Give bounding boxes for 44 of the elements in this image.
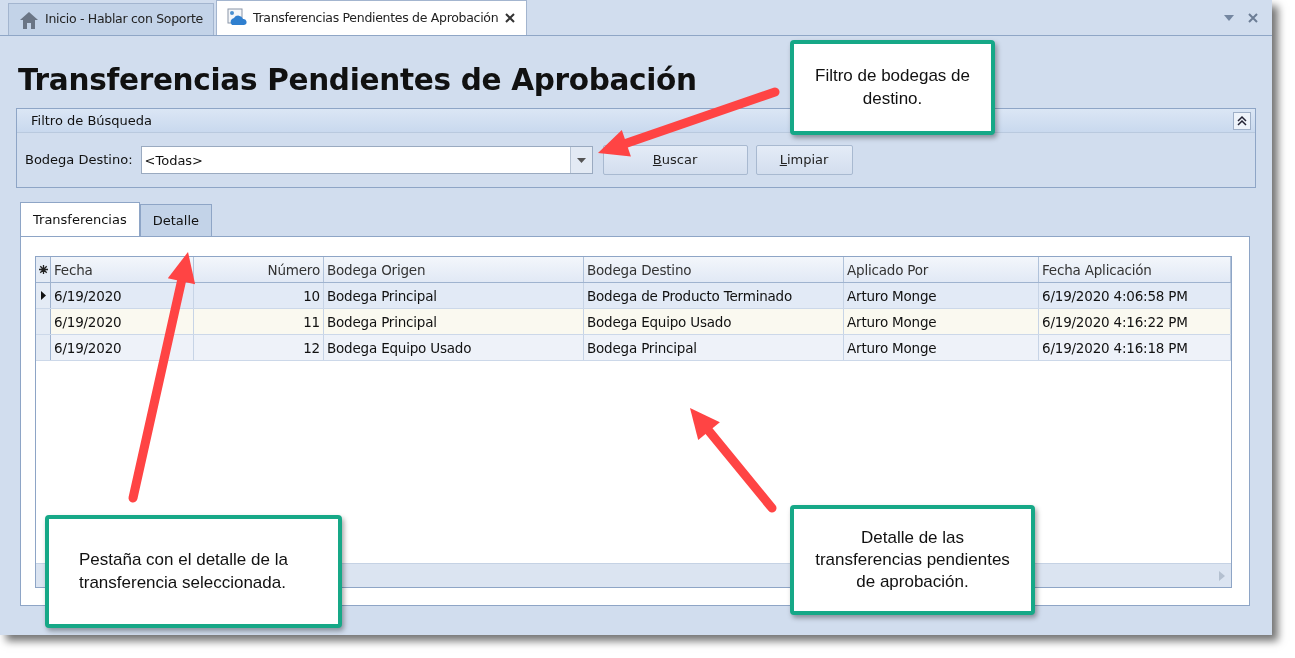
- home-icon: [19, 10, 39, 29]
- collapse-icon[interactable]: [1233, 111, 1251, 130]
- table-cell: Arturo Monge: [844, 283, 1039, 308]
- callout: Filtro de bodegas de destino.: [790, 40, 995, 135]
- table-cell: 6/19/2020: [51, 335, 194, 360]
- caret-icon[interactable]: [576, 157, 586, 163]
- table-cell: Bodega Equipo Usado: [584, 309, 844, 334]
- callout: Detalle de las transferencias pendientes de aprobación.: [790, 505, 1035, 615]
- clear-button[interactable]: Limpiar: [755, 145, 853, 175]
- table-cell: 6/19/2020 4:16:18 PM: [1039, 335, 1231, 360]
- field-label: Bodega Destino:: [25, 151, 133, 170]
- table-cell: 6/19/2020: [51, 309, 194, 334]
- table-row[interactable]: 6/19/2020 10 Bodega Principal Bodega de Producto Terminado Arturo Monge 6/19/2020 4:06:58 PM: [36, 283, 1231, 309]
- close-icon[interactable]: [504, 12, 517, 24]
- column-header[interactable]: Aplicado Por: [844, 257, 1039, 282]
- asterisk-icon: [38, 265, 48, 274]
- table-cell: 12: [194, 335, 324, 360]
- window-tab[interactable]: Inicio - Hablar con Soporte: [8, 3, 214, 35]
- table-cell: 6/19/2020 4:06:58 PM: [1039, 283, 1231, 308]
- page-title: Transferencias Pendientes de Aprobación: [18, 62, 697, 99]
- table-cell: Arturo Monge: [844, 335, 1039, 360]
- table-cell: 6/19/2020 4:16:22 PM: [1039, 309, 1231, 334]
- table-cell: Bodega Equipo Usado: [324, 335, 584, 360]
- table-cell: Bodega Principal: [584, 335, 844, 360]
- table-cell: 11: [194, 309, 324, 334]
- table-cell: Bodega Principal: [324, 309, 584, 334]
- tab[interactable]: Detalle: [139, 204, 213, 236]
- table-cell: Bodega Principal: [324, 283, 584, 308]
- search-button[interactable]: Buscar: [602, 145, 748, 175]
- table-cell: Bodega de Producto Terminado: [584, 283, 844, 308]
- table-cell: Arturo Monge: [844, 309, 1039, 334]
- dropdown-icon[interactable]: [1224, 14, 1234, 21]
- tab[interactable]: Transferencias: [20, 202, 140, 236]
- column-header[interactable]: Fecha Aplicación: [1039, 257, 1231, 282]
- row-pointer-icon: [40, 291, 46, 300]
- cloud-icon: [227, 8, 247, 28]
- table-row[interactable]: 6/19/2020 12 Bodega Equipo Usado Bodega Principal Arturo Monge 6/19/2020 4:16:18 PM: [36, 335, 1231, 361]
- window-tab[interactable]: Transferencias Pendientes de Aprobación: [216, 0, 528, 35]
- callout: Pestaña con el detalle de la transferencia seleccionada.: [45, 515, 342, 628]
- column-header[interactable]: Bodega Origen: [324, 257, 584, 282]
- panel-title: Filtro de Búsqueda: [31, 111, 153, 130]
- table-row[interactable]: 6/19/2020 11 Bodega Principal Bodega Equipo Usado Arturo Monge 6/19/2020 4:16:22 PM: [36, 309, 1231, 335]
- column-header[interactable]: Bodega Destino: [584, 257, 844, 282]
- dropdown-field[interactable]: <Todas>: [140, 146, 593, 174]
